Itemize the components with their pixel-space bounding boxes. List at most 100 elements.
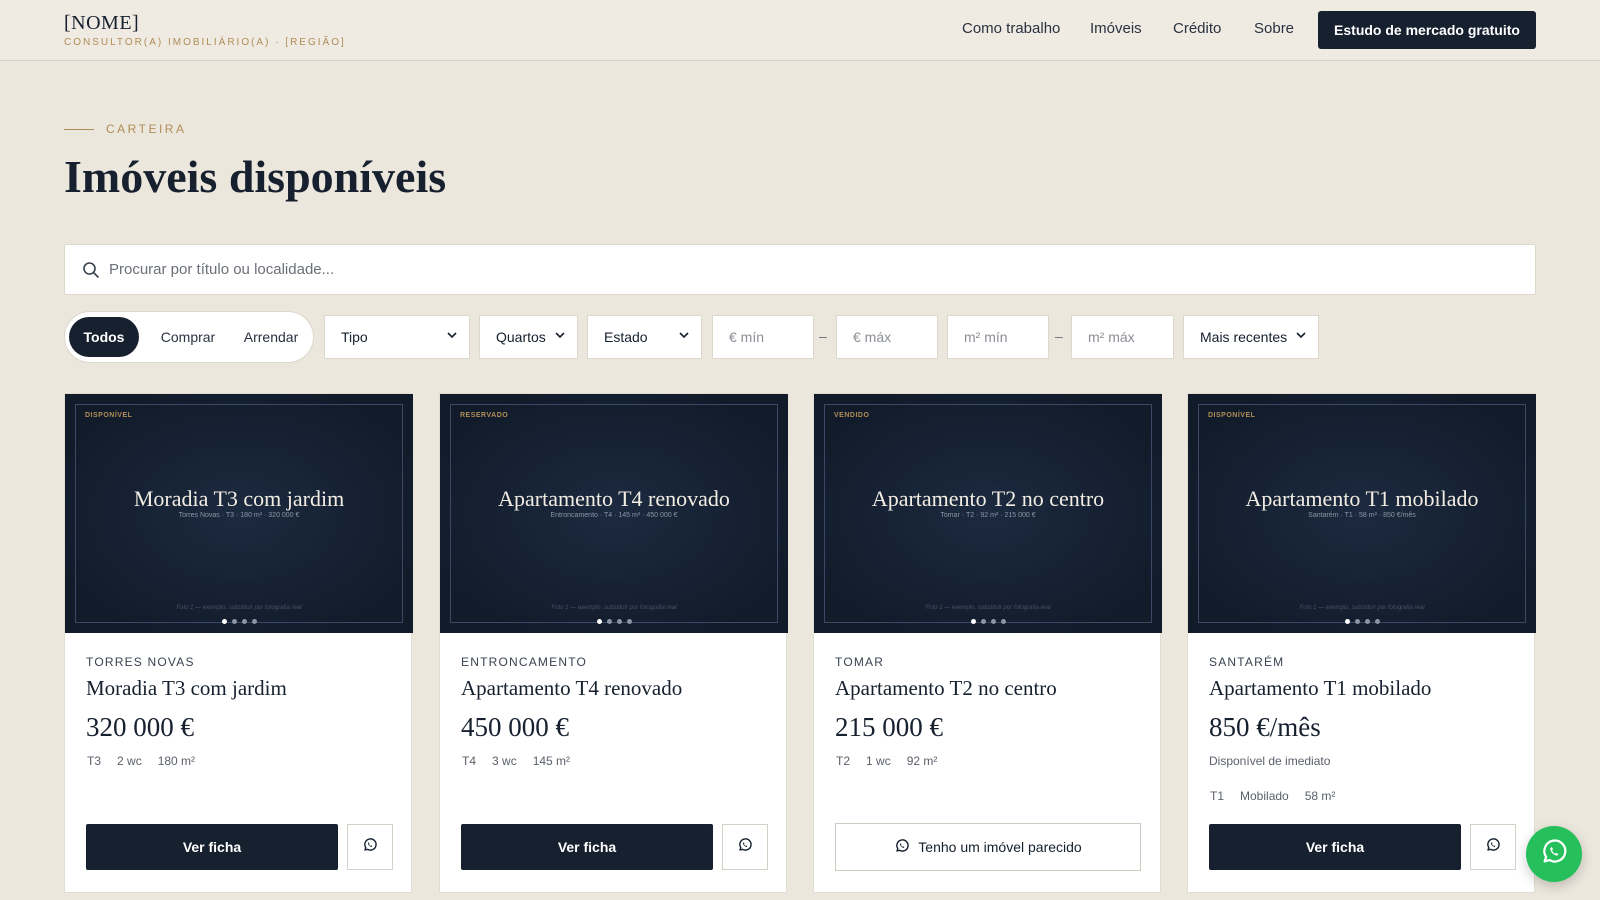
property-specs: T1 Mobilado 58 m² bbox=[1210, 789, 1335, 803]
property-specs: T3 2 wc 180 m² bbox=[87, 754, 195, 768]
quartos-select[interactable]: Quartos bbox=[479, 315, 578, 359]
carousel-dot[interactable] bbox=[1364, 619, 1370, 624]
market-study-button[interactable]: Estudo de mercado gratuito bbox=[1318, 11, 1536, 49]
spec-baths: 1 wc bbox=[866, 754, 891, 768]
spec-baths: 2 wc bbox=[117, 754, 142, 768]
carousel-dot[interactable] bbox=[970, 619, 976, 624]
spec-area: 92 m² bbox=[906, 754, 938, 768]
image-caption: Foto 1 — exemplo, substituir por fotogra… bbox=[1299, 605, 1425, 611]
property-price: 450 000 € bbox=[461, 712, 569, 742]
nav-link-imoveis[interactable]: Imóveis bbox=[1090, 20, 1142, 37]
property-card: RESERVADO Apartamento T4 renovado Entron… bbox=[439, 393, 788, 893]
brand-name[interactable]: [NOME] bbox=[64, 12, 139, 35]
floating-whatsapp-button[interactable] bbox=[1526, 826, 1582, 882]
whatsapp-button[interactable] bbox=[722, 824, 768, 870]
price-min-input[interactable]: € mín bbox=[712, 315, 814, 359]
carousel-dot[interactable] bbox=[241, 619, 247, 624]
image-subtitle: Tomar · T2 · 92 m² · 215 000 € bbox=[940, 512, 1036, 519]
property-title[interactable]: Moradia T3 com jardim bbox=[86, 676, 287, 701]
image-title: Moradia T3 com jardim bbox=[133, 486, 345, 511]
property-price: 320 000 € bbox=[86, 712, 194, 742]
tipo-select[interactable]: Tipo bbox=[324, 315, 470, 359]
carousel-dot[interactable] bbox=[1344, 619, 1350, 624]
area-range-separator: – bbox=[1055, 328, 1063, 344]
carousel-dots bbox=[814, 619, 1162, 624]
carousel-dot[interactable] bbox=[1354, 619, 1360, 624]
property-title[interactable]: Apartamento T2 no centro bbox=[835, 676, 1057, 701]
property-title[interactable]: Apartamento T1 mobilado bbox=[1209, 676, 1431, 701]
whatsapp-icon bbox=[1539, 837, 1569, 872]
property-image[interactable]: DISPONÍVEL Moradia T3 com jardim Torres … bbox=[65, 394, 413, 633]
property-image[interactable]: DISPONÍVEL Apartamento T1 mobilado Santa… bbox=[1188, 394, 1536, 633]
segment-todos[interactable]: Todos bbox=[69, 317, 139, 357]
image-subtitle: Santarém · T1 · 58 m² · 850 €/mês bbox=[1308, 512, 1416, 519]
price-range-separator: – bbox=[819, 328, 827, 344]
whatsapp-button[interactable] bbox=[347, 824, 393, 870]
similar-property-button[interactable]: Tenho um imóvel parecido bbox=[835, 823, 1141, 871]
area-min-input[interactable]: m² mín bbox=[947, 315, 1049, 359]
spec-rooms: T2 bbox=[836, 754, 851, 768]
property-title[interactable]: Apartamento T4 renovado bbox=[461, 676, 682, 701]
status-badge: DISPONÍVEL bbox=[1208, 412, 1256, 419]
whatsapp-icon bbox=[737, 837, 753, 858]
view-listing-button[interactable]: Ver ficha bbox=[1209, 824, 1461, 870]
nav-link-credito[interactable]: Crédito bbox=[1173, 20, 1221, 37]
property-card: VENDIDO Apartamento T2 no centro Tomar ·… bbox=[813, 393, 1162, 893]
image-caption: Foto 1 — exemplo, substituir por fotogra… bbox=[551, 605, 677, 611]
view-listing-button[interactable]: Ver ficha bbox=[86, 824, 338, 870]
carousel-dots bbox=[1188, 619, 1536, 624]
view-listing-button[interactable]: Ver ficha bbox=[461, 824, 713, 870]
chevron-down-icon bbox=[679, 331, 689, 342]
property-location: TOMAR bbox=[835, 655, 885, 669]
area-max-input[interactable]: m² máx bbox=[1071, 315, 1174, 359]
image-title: Apartamento T1 mobilado bbox=[1245, 486, 1479, 511]
tipo-select-value: Tipo bbox=[341, 329, 368, 345]
property-price: 850 €/mês bbox=[1209, 712, 1321, 742]
carousel-dot[interactable] bbox=[990, 619, 996, 624]
carousel-dot[interactable] bbox=[980, 619, 986, 624]
spec-area: 145 m² bbox=[532, 754, 571, 768]
property-price: 215 000 € bbox=[835, 712, 943, 742]
carousel-dot[interactable] bbox=[596, 619, 602, 624]
segment-comprar[interactable]: Comprar bbox=[145, 317, 231, 357]
carousel-dot[interactable] bbox=[616, 619, 622, 624]
sort-select-value: Mais recentes bbox=[1200, 329, 1288, 345]
property-image[interactable]: VENDIDO Apartamento T2 no centro Tomar ·… bbox=[814, 394, 1162, 633]
carousel-dot[interactable] bbox=[231, 619, 237, 624]
property-image[interactable]: RESERVADO Apartamento T4 renovado Entron… bbox=[440, 394, 788, 633]
carousel-dot[interactable] bbox=[251, 619, 257, 624]
carousel-dot[interactable] bbox=[221, 619, 227, 624]
property-location: SANTARÉM bbox=[1209, 655, 1285, 669]
spec-rooms: T4 bbox=[462, 754, 477, 768]
carousel-dot[interactable] bbox=[1374, 619, 1380, 624]
quartos-select-value: Quartos bbox=[496, 329, 546, 345]
carousel-dot[interactable] bbox=[606, 619, 612, 624]
whatsapp-button[interactable] bbox=[1470, 824, 1516, 870]
estado-select[interactable]: Estado bbox=[587, 315, 702, 359]
carousel-dot[interactable] bbox=[1000, 619, 1006, 624]
whatsapp-icon bbox=[1485, 837, 1501, 858]
image-caption: Foto 1 — exemplo, substituir por fotogra… bbox=[176, 605, 302, 611]
property-location: ENTRONCAMENTO bbox=[461, 655, 588, 669]
nav-link-sobre[interactable]: Sobre bbox=[1254, 20, 1294, 37]
search-input[interactable] bbox=[109, 261, 1509, 278]
sort-select[interactable]: Mais recentes bbox=[1183, 315, 1319, 359]
estado-select-value: Estado bbox=[604, 329, 648, 345]
image-caption: Foto 1 — exemplo, substituir por fotogra… bbox=[925, 605, 1051, 611]
property-card: DISPONÍVEL Apartamento T1 mobilado Santa… bbox=[1187, 393, 1536, 893]
price-max-input[interactable]: € máx bbox=[836, 315, 938, 359]
property-location: TORRES NOVAS bbox=[86, 655, 195, 669]
carousel-dots bbox=[440, 619, 788, 624]
nav-link-como-trabalho[interactable]: Como trabalho bbox=[962, 20, 1060, 37]
whatsapp-icon bbox=[362, 837, 378, 858]
image-subtitle: Entroncamento · T4 · 145 m² · 450 000 € bbox=[550, 512, 678, 519]
spec-rooms: T1 bbox=[1210, 789, 1225, 803]
carousel-dots bbox=[65, 619, 413, 624]
image-title: Apartamento T4 renovado bbox=[498, 486, 730, 511]
status-badge: RESERVADO bbox=[460, 412, 509, 419]
transaction-segmented-control: Todos Comprar Arrendar bbox=[64, 311, 314, 363]
spec-area: 180 m² bbox=[157, 754, 196, 768]
image-subtitle: Torres Novas · T3 · 180 m² · 320 000 € bbox=[178, 512, 300, 519]
carousel-dot[interactable] bbox=[626, 619, 632, 624]
segment-arrendar[interactable]: Arrendar bbox=[231, 317, 311, 357]
